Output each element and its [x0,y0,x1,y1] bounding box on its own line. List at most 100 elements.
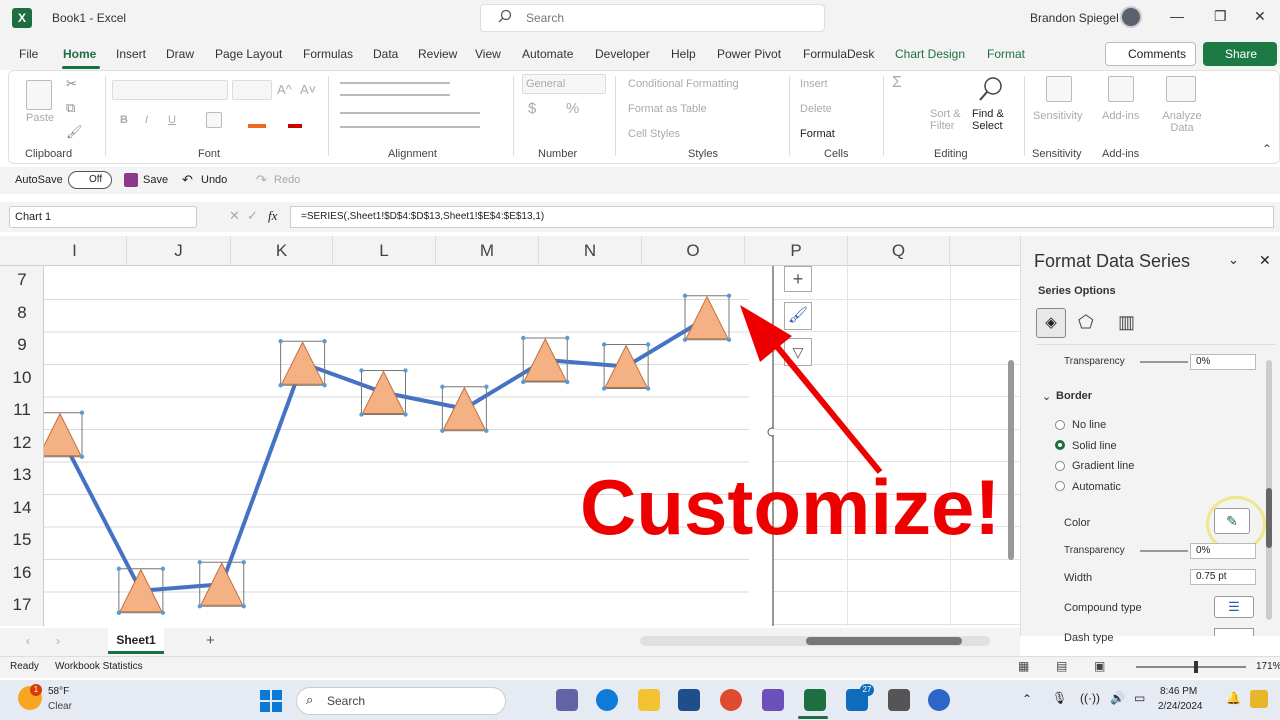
sheet-tab-sheet1[interactable]: Sheet1 [108,628,164,654]
zoom-level[interactable]: 171% [1256,661,1280,672]
tab-power-pivot[interactable]: Power Pivot [717,47,781,61]
solid-line-radio[interactable] [1055,440,1065,450]
border-transparency-input[interactable]: 0% [1190,543,1256,559]
row-header[interactable]: 8 [0,303,44,323]
width-input[interactable]: 0.75 pt [1190,569,1256,585]
column-header[interactable]: L [333,236,436,266]
restore-icon[interactable]: ❐ [1214,8,1227,25]
next-sheet-icon[interactable]: › [56,634,60,648]
horizontal-scrollbar-thumb[interactable] [806,637,962,645]
copilot-icon[interactable] [762,689,784,711]
page-break-view-icon[interactable]: ▣ [1094,659,1105,673]
chart-elements-button[interactable]: + [784,266,812,292]
border-expand-icon[interactable]: ⌄ [1042,390,1051,403]
column-header[interactable]: I [23,236,127,266]
row-header[interactable]: 7 [0,270,44,290]
volume-icon[interactable]: 🔊 [1110,691,1125,705]
excel-taskbar-icon[interactable] [804,689,826,711]
delete-cells-button[interactable]: Delete [800,103,832,115]
border-section-label[interactable]: Border [1056,390,1092,402]
transparency-slider[interactable] [1140,361,1188,363]
insert-cells-button[interactable]: Insert [800,78,828,90]
number-format-dropdown[interactable]: General [522,74,606,94]
percent-button[interactable]: % [566,100,579,117]
tab-developer[interactable]: Developer [595,47,650,61]
pane-scrollbar-thumb[interactable] [1266,488,1272,548]
column-header[interactable]: M [436,236,539,266]
series-options-chart-icon[interactable]: ▥ [1118,312,1135,333]
sort-filter-button[interactable]: Sort & Filter [930,108,964,132]
sensitivity-icon[interactable] [1046,76,1072,102]
format-as-table-button[interactable]: Format as Table [628,103,707,115]
edge-icon[interactable] [596,689,618,711]
analyze-data-button[interactable]: Analyze Data [1160,110,1204,134]
formula-input[interactable]: =SERIES(,Sheet1!$D$4:$D$13,Sheet1!$E$4:$… [290,206,1274,228]
autosave-toggle[interactable]: Off [68,171,112,189]
fill-color-icon[interactable] [248,112,266,128]
shrink-font-button[interactable]: A˅ [300,82,316,97]
outline-color-picker-icon[interactable]: ✎ [1214,508,1250,534]
autosum-icon[interactable]: Σ [892,74,902,92]
tab-page-layout[interactable]: Page Layout [215,47,282,61]
insert-function-button[interactable]: fx [268,208,277,224]
chrome-icon[interactable] [720,689,742,711]
tab-formuladesk[interactable]: FormulaDesk [803,47,874,61]
minimize-icon[interactable]: — [1170,8,1184,24]
column-header[interactable]: Q [848,236,950,266]
close-icon[interactable]: ✕ [1254,8,1266,25]
calculator-icon[interactable] [888,689,910,711]
notification-app-icon[interactable] [1250,690,1268,708]
collapse-ribbon-icon[interactable]: ⌃ [1262,142,1272,156]
zoom-slider-thumb[interactable] [1194,661,1198,673]
font-name-dropdown[interactable] [112,80,228,100]
transparency-input[interactable]: 0% [1190,354,1256,370]
show-hidden-icons[interactable]: ⌃ [1022,692,1032,706]
cut-icon[interactable]: ✂ [66,76,77,92]
add-ins-button[interactable]: Add-ins [1102,110,1139,122]
tab-help[interactable]: Help [671,47,696,61]
column-header[interactable]: J [127,236,231,266]
add-ins-icon[interactable] [1108,76,1134,102]
save-button[interactable]: Save [143,174,168,186]
battery-icon[interactable]: ▭ [1134,691,1145,705]
pane-options-chevron-icon[interactable]: ⌄ [1228,252,1239,268]
gradient-line-radio[interactable] [1055,461,1065,471]
tab-home[interactable]: Home [63,47,96,61]
row-header[interactable]: 12 [0,433,44,453]
tab-formulas[interactable]: Formulas [303,47,353,61]
column-header[interactable]: P [745,236,848,266]
file-explorer-icon[interactable] [638,689,660,711]
notifications-icon[interactable]: 🔔 [1226,691,1241,705]
row-header[interactable]: 10 [0,368,44,388]
tab-view[interactable]: View [475,47,501,61]
page-layout-view-icon[interactable]: ▤ [1056,659,1067,673]
series-options-dropdown[interactable]: Series Options [1038,285,1116,297]
prev-sheet-icon[interactable]: ‹ [26,634,30,648]
line-chart[interactable] [44,266,774,626]
italic-button[interactable]: I [145,114,148,126]
tab-chart-design[interactable]: Chart Design [895,47,965,61]
app-icon[interactable] [928,689,950,711]
clock-date[interactable]: 2/24/2024 [1158,701,1203,712]
teams-icon[interactable] [556,689,578,711]
row-header[interactable]: 9 [0,335,44,355]
compound-type-dropdown[interactable]: ☰ [1214,596,1254,618]
format-cells-button[interactable]: Format [800,128,835,140]
add-sheet-button[interactable]: + [206,632,215,649]
column-header[interactable]: K [231,236,333,266]
horizontal-align-icons[interactable] [340,112,480,128]
save-icon[interactable] [124,173,138,187]
name-box[interactable]: Chart 1 [9,206,197,228]
conditional-formatting-button[interactable]: Conditional Formatting [628,78,739,90]
tab-data[interactable]: Data [373,47,398,61]
row-header[interactable]: 16 [0,563,44,583]
tab-file[interactable]: File [19,47,38,61]
copy-icon[interactable]: ⧉ [66,100,75,116]
chart-area[interactable] [44,266,774,626]
font-size-dropdown[interactable] [232,80,272,100]
column-header[interactable]: N [539,236,642,266]
undo-button[interactable]: Undo [201,174,227,186]
tab-insert[interactable]: Insert [116,47,146,61]
border-transparency-slider[interactable] [1140,550,1188,552]
font-color-icon[interactable] [288,112,302,128]
